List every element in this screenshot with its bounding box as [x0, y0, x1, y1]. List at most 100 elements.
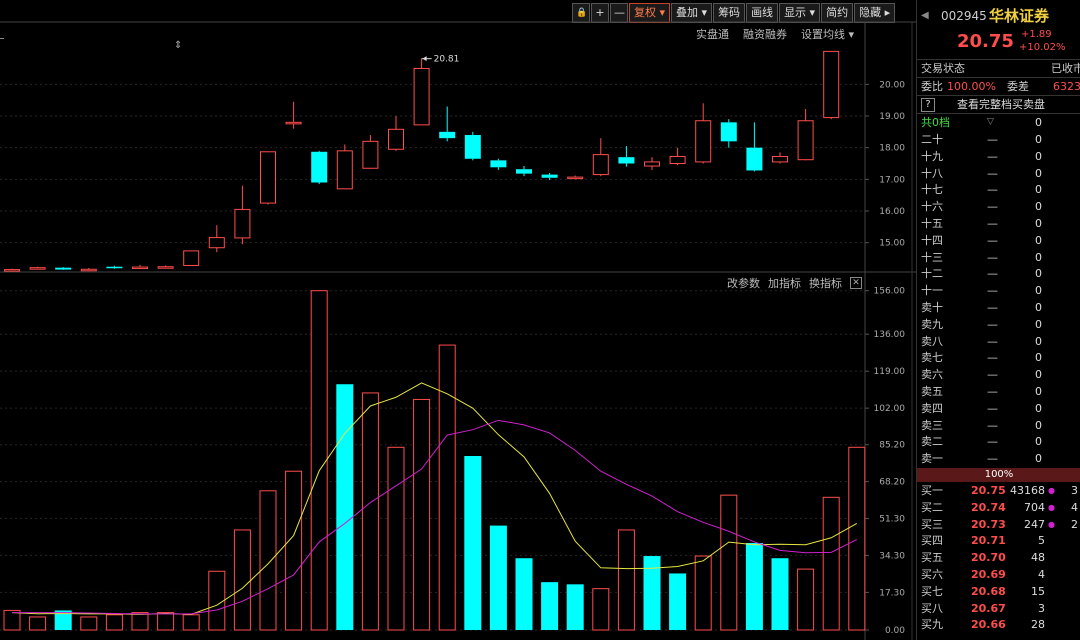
candle[interactable] [4, 268, 20, 272]
level-volume: 0 [1035, 385, 1042, 398]
candle[interactable] [567, 175, 584, 180]
candle[interactable] [772, 152, 788, 164]
candle[interactable] [311, 150, 328, 185]
candle[interactable] [669, 147, 686, 166]
volume-bar[interactable] [3, 609, 21, 631]
volume-bar[interactable] [387, 446, 405, 631]
volume-bar[interactable] [157, 612, 175, 631]
level-price: 20.71 [971, 534, 1006, 548]
volume-bar[interactable] [310, 290, 328, 631]
candle[interactable] [413, 58, 430, 126]
volume-bar[interactable] [131, 612, 149, 631]
candle[interactable] [80, 268, 97, 272]
candle[interactable] [618, 146, 635, 167]
volume-bar[interactable] [336, 384, 354, 630]
level-volume: 0 [1035, 217, 1042, 230]
candle[interactable] [695, 103, 712, 164]
volume-bar[interactable] [643, 556, 661, 630]
volume-bar[interactable] [848, 446, 866, 631]
volume-bar[interactable] [208, 570, 226, 631]
level-volume: 48 [1031, 551, 1045, 565]
volume-bar[interactable] [233, 529, 251, 631]
candle[interactable] [644, 157, 660, 170]
volume-bar[interactable] [771, 558, 789, 630]
volume-bar[interactable] [464, 456, 482, 630]
level-volume: 0 [1035, 334, 1042, 348]
volume-bar[interactable] [80, 616, 98, 631]
prev-icon[interactable]: ◀ [921, 6, 929, 26]
candle[interactable] [592, 138, 609, 177]
volume-bar[interactable] [438, 344, 456, 631]
level-price: — [987, 200, 998, 214]
help-icon[interactable]: ? [921, 98, 935, 112]
volume-bar[interactable] [259, 490, 277, 631]
volume-bar[interactable] [592, 588, 610, 631]
volume-bar[interactable] [745, 543, 763, 630]
buy-level-row: 买八 20.67 3 [917, 600, 1080, 617]
candle[interactable] [260, 151, 276, 205]
candle[interactable] [439, 106, 456, 142]
candle[interactable] [797, 109, 814, 161]
candle[interactable] [208, 225, 225, 253]
level-label: 买一 [921, 484, 943, 497]
quote-panel: ◀ 002945 华林证券 20.75 +1.89 +10.02% 交易状态 已… [916, 0, 1080, 640]
level-volume: 43168 [1010, 484, 1045, 497]
level-label: 卖四 [921, 401, 943, 415]
level-label: 卖二 [921, 435, 943, 449]
level-price: — [987, 385, 998, 398]
candle[interactable] [336, 144, 353, 190]
volume-bar[interactable] [617, 529, 635, 631]
volume-bar[interactable] [566, 584, 584, 630]
volume-bar[interactable] [515, 558, 533, 630]
view-full-depth-button[interactable]: 查看完整档买卖盘 [957, 96, 1045, 113]
level-volume: 4 [1038, 568, 1045, 581]
volume-bar[interactable] [541, 582, 559, 630]
level-volume: 0 [1035, 233, 1042, 247]
candle[interactable] [516, 166, 532, 177]
volume-bar[interactable] [413, 398, 431, 631]
candle[interactable] [285, 101, 302, 129]
level-label: 买八 [921, 601, 943, 615]
candle[interactable] [490, 158, 507, 170]
candle[interactable] [362, 135, 379, 169]
candle[interactable] [388, 116, 404, 151]
candle[interactable] [234, 185, 251, 245]
level-price: 20.70 [971, 551, 1006, 565]
volume-bar[interactable] [182, 614, 200, 631]
candle[interactable] [464, 131, 481, 161]
total-levels-label: 共0档 [921, 116, 950, 129]
candle[interactable] [746, 122, 763, 172]
sell-level-row: 卖八 — 0 [917, 333, 1080, 350]
buy-level-row: 买四 20.71 5 [917, 532, 1080, 549]
volume-bar[interactable] [29, 616, 47, 631]
chart-area[interactable]: 20.00 19.00 18.00 17.00 16.00 15.00 156.00 136… [0, 0, 916, 640]
candle[interactable] [183, 250, 200, 266]
volume-bar[interactable] [105, 614, 123, 631]
candle[interactable] [823, 50, 840, 120]
sell-level-row: 十三 — 0 [917, 249, 1080, 266]
candle[interactable] [106, 265, 123, 269]
candle[interactable] [29, 266, 46, 270]
candle[interactable] [720, 119, 737, 148]
ratio-bar: 100% [917, 468, 1080, 482]
volume-bar[interactable] [797, 568, 815, 631]
volume-bar[interactable] [285, 470, 303, 631]
stock-name: 华林证券 [989, 7, 1050, 25]
level-price: — [987, 217, 998, 230]
price-change: +1.89 [1021, 29, 1052, 40]
volume-bar[interactable] [822, 496, 840, 631]
level-volume: 0 [1035, 317, 1042, 331]
volume-bar[interactable] [489, 525, 507, 630]
candle[interactable] [55, 267, 72, 270]
volume-bar[interactable] [694, 555, 712, 631]
volume-bar[interactable] [669, 573, 687, 630]
collapse-icon[interactable]: ▽ [987, 114, 994, 131]
volume-bar[interactable] [720, 494, 738, 631]
order-dot-icon: ● [1048, 519, 1055, 529]
volume-bar[interactable] [361, 392, 379, 631]
level-label: 买九 [921, 618, 943, 632]
buy-level-row: 买二 20.74 704 ● 4 [917, 499, 1080, 516]
candle[interactable] [132, 264, 148, 270]
candle[interactable] [157, 265, 174, 269]
order-dot-icon: ● [1048, 486, 1055, 495]
